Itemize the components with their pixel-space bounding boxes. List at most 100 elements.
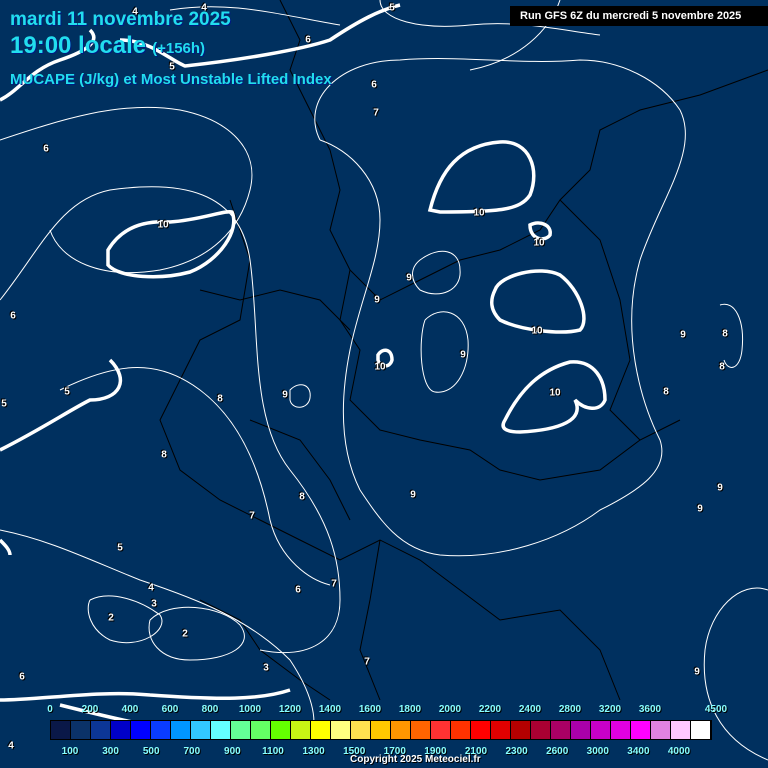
date-title: mardi 11 novembre 2025: [10, 9, 231, 30]
legend-top-label: 1200: [278, 704, 302, 715]
contour-label: 3: [151, 598, 157, 610]
contour-label: 2: [108, 612, 114, 624]
contour-label: 9: [410, 489, 416, 501]
legend-swatch: [271, 721, 291, 739]
legend-swatch: [331, 721, 351, 739]
legend-bottom-label: 700: [183, 746, 201, 757]
contour-label: 4: [148, 582, 154, 594]
legend-top-label: 1000: [238, 704, 262, 715]
legend-bottom-label: 900: [224, 746, 241, 757]
legend-swatch: [71, 721, 91, 739]
legend-swatch: [351, 721, 371, 739]
legend-top-label: 800: [201, 704, 219, 715]
contour-label: 6: [10, 310, 16, 322]
contour-label: 8: [299, 491, 305, 503]
contour-label: 8: [663, 386, 669, 398]
contour-label: 8: [161, 449, 167, 461]
legend-swatch: [571, 721, 591, 739]
contour-label: 9: [406, 272, 412, 284]
legend-top-label: 0: [47, 704, 53, 715]
legend-top-label: 1600: [358, 704, 382, 715]
legend-bottom-label: 3000: [586, 746, 609, 757]
legend-swatch: [151, 721, 171, 739]
legend-top-label: 1800: [398, 704, 422, 715]
color-legend: [50, 720, 712, 740]
legend-top-label: 3200: [598, 704, 622, 715]
run-info: Run GFS 6Z du mercredi 5 novembre 2025: [510, 6, 768, 26]
legend-top-label: 600: [161, 704, 179, 715]
legend-bottom-label: 2300: [505, 746, 528, 757]
legend-bottom-label: 1300: [302, 746, 325, 757]
legend-swatch: [651, 721, 671, 739]
contour-label: 2: [182, 628, 188, 640]
legend-swatch: [251, 721, 271, 739]
contour-label: 9: [460, 349, 466, 361]
legend-swatch: [51, 721, 71, 739]
legend-swatch: [511, 721, 531, 739]
contour-label: 9: [374, 294, 380, 306]
legend-swatch: [531, 721, 551, 739]
contour-label: 6: [295, 584, 301, 596]
legend-swatch: [611, 721, 631, 739]
legend-bottom-label: 500: [142, 746, 160, 757]
contour-label: 4: [8, 740, 14, 752]
legend-swatch: [431, 721, 451, 739]
contour-label: 10: [549, 387, 561, 399]
contour-label: 5: [64, 386, 70, 398]
legend-top-label: 2800: [558, 704, 582, 715]
legend-swatch: [591, 721, 611, 739]
contour-label: 4: [132, 6, 138, 18]
legend-swatch: [691, 721, 711, 739]
contour-label: 6: [43, 143, 49, 155]
legend-top-label: 3600: [638, 704, 662, 715]
contour-label: 10: [531, 325, 543, 337]
contour-label: 7: [373, 107, 379, 119]
contour-label: 7: [249, 510, 255, 522]
legend-top-label: 4500: [704, 704, 728, 715]
legend-top-label: 2400: [518, 704, 542, 715]
legend-top-label: 400: [121, 704, 139, 715]
contour-label: 4: [201, 2, 207, 14]
contour-label: 10: [374, 361, 386, 373]
contour-label: 10: [533, 237, 545, 249]
legend-swatch: [391, 721, 411, 739]
map-canvas: [0, 0, 768, 761]
legend-bottom-label: 100: [61, 746, 79, 757]
legend-swatch: [291, 721, 311, 739]
contour-label: 7: [364, 656, 370, 668]
legend-swatch: [411, 721, 431, 739]
contour-label: 9: [680, 329, 686, 341]
contour-label: 5: [1, 398, 7, 410]
legend-swatch: [471, 721, 491, 739]
local-time: 19:00 locale: [10, 32, 147, 59]
parameter-title: MUCAPE (J/kg) et Most Unstable Lifted In…: [10, 71, 332, 88]
legend-bottom-label: 3400: [627, 746, 650, 757]
legend-swatch: [131, 721, 151, 739]
legend-swatch: [191, 721, 211, 739]
contour-label: 3: [263, 662, 269, 674]
legend-bottom-label: 2600: [546, 746, 569, 757]
legend-bottom-label: 4000: [667, 746, 691, 757]
legend-swatch: [311, 721, 331, 739]
contour-label: 9: [717, 482, 723, 494]
contour-label: 8: [719, 361, 725, 373]
contour-label: 9: [282, 389, 288, 401]
contour-label: 6: [305, 34, 311, 46]
legend-swatch: [211, 721, 231, 739]
contour-label: 5: [389, 2, 395, 14]
contour-label: 7: [331, 578, 337, 590]
legend-swatch: [451, 721, 471, 739]
lead-time: (+156h): [152, 40, 206, 57]
contour-label: 5: [169, 61, 175, 73]
legend-top-label: 2000: [438, 704, 462, 715]
contour-label: 5: [117, 542, 123, 554]
legend-swatch: [91, 721, 111, 739]
contour-label: 10: [473, 207, 485, 219]
legend-bottom-label: 1100: [262, 746, 284, 757]
copyright: Copyright 2025 Meteociel.fr: [350, 754, 481, 765]
legend-swatch: [551, 721, 571, 739]
contour-label: 6: [371, 79, 377, 91]
legend-top-label: 1400: [318, 704, 342, 715]
legend-swatch: [671, 721, 691, 739]
contour-label: 10: [157, 219, 169, 231]
